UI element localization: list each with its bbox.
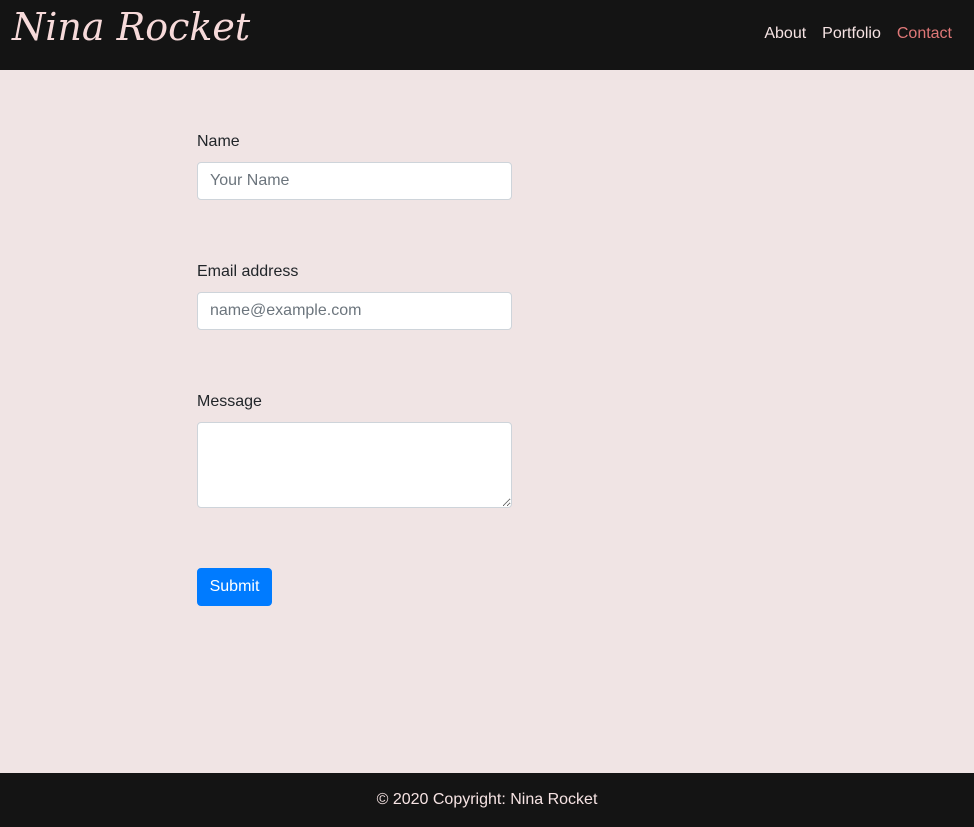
brand-logo[interactable]: Nina Rocket [12,2,250,52]
message-textarea[interactable] [197,422,512,508]
nav-link-portfolio[interactable]: Portfolio [822,24,881,44]
footer: © 2020 Copyright: Nina Rocket [0,773,974,827]
submit-button[interactable]: Submit [197,568,272,606]
name-label: Name [197,133,240,150]
copyright-text: © 2020 Copyright: Nina Rocket [376,791,598,808]
email-label: Email address [197,263,299,280]
navbar: Nina Rocket About Portfolio Contact [0,0,974,70]
message-label: Message [197,393,262,410]
message-group: Message [197,392,512,508]
email-group: Email address [197,262,512,330]
name-group: Name [197,132,512,200]
nav-link-contact[interactable]: Contact [897,24,952,44]
nav-link-about[interactable]: About [764,24,806,44]
email-input[interactable] [197,292,512,330]
nav-links: About Portfolio Contact [764,24,952,44]
name-input[interactable] [197,162,512,200]
